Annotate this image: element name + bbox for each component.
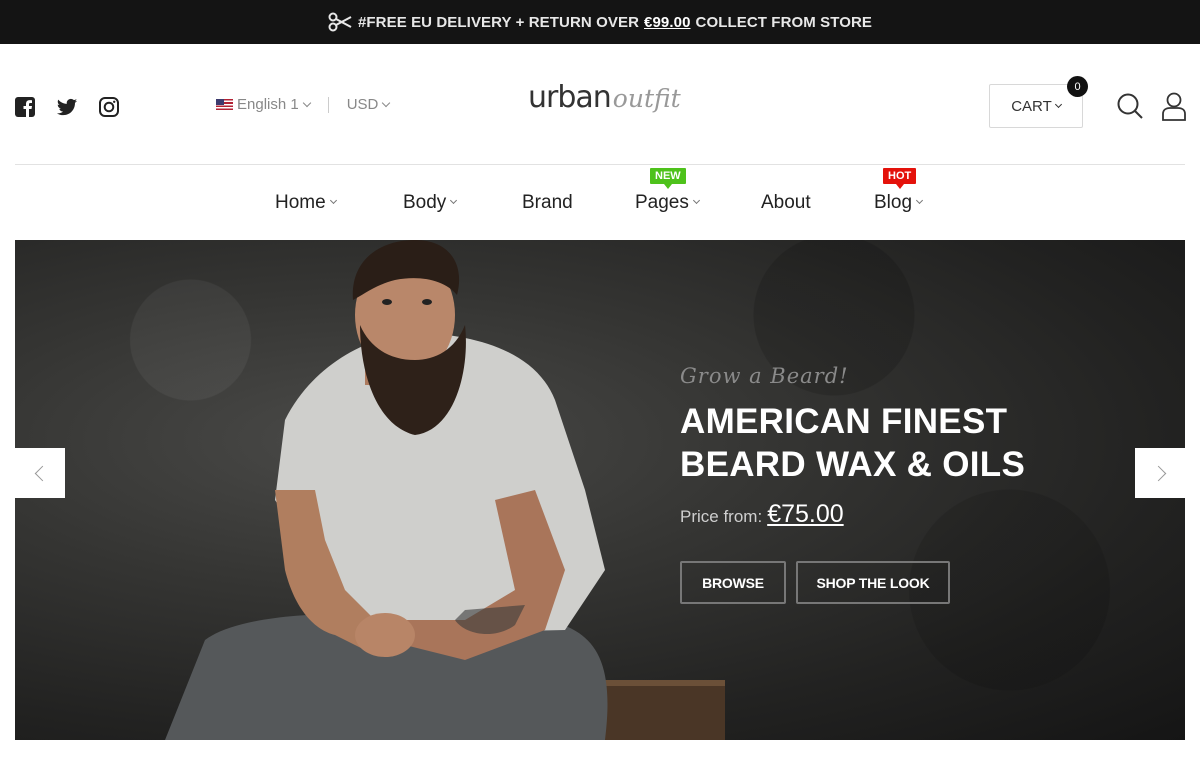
- hero-actions: BROWSE SHOP THE LOOK: [680, 561, 1025, 604]
- hero-tagline: Grow a Beard!: [680, 364, 849, 388]
- divider: [327, 96, 329, 113]
- search-icon[interactable]: [1116, 92, 1144, 120]
- announcement-bar: #FREE EU DELIVERY + RETURN OVER €99.00 C…: [0, 0, 1200, 44]
- bearded-man-image: [165, 240, 725, 740]
- slider-prev-button[interactable]: [15, 448, 65, 498]
- shop-the-look-button[interactable]: SHOP THE LOOK: [796, 561, 950, 604]
- hero-slider: Grow a Beard! AMERICAN FINEST BEARD WAX …: [15, 240, 1185, 740]
- instagram-icon[interactable]: [98, 96, 120, 118]
- chevron-down-icon: [915, 196, 924, 204]
- chevron-left-icon: [34, 465, 50, 481]
- cart-label: CART: [1011, 97, 1052, 115]
- language-selector[interactable]: English 1: [237, 96, 311, 113]
- social-links: [14, 96, 120, 118]
- hero-headline: AMERICAN FINEST BEARD WAX & OILS: [680, 402, 1026, 484]
- currency-selector[interactable]: USD: [347, 96, 391, 113]
- nav-item-pages[interactable]: NEW Pages: [635, 168, 700, 214]
- chevron-down-icon: [450, 196, 458, 204]
- site-logo[interactable]: urban outfit: [528, 80, 681, 130]
- facebook-icon[interactable]: [14, 96, 36, 118]
- nav-item-blog[interactable]: HOT Blog: [874, 168, 924, 214]
- delivery-threshold-link[interactable]: €99.00: [644, 14, 690, 31]
- hot-badge: HOT: [883, 168, 917, 189]
- user-account-icon[interactable]: [1160, 91, 1188, 121]
- locale-selectors: English 1 USD: [216, 96, 391, 113]
- nav-item-brand[interactable]: Brand: [522, 192, 573, 214]
- chevron-down-icon: [692, 196, 700, 204]
- slider-next-button[interactable]: [1135, 448, 1185, 498]
- browse-button[interactable]: BROWSE: [680, 561, 786, 604]
- nav-item-about[interactable]: About: [761, 192, 811, 214]
- nav-item-body[interactable]: Body: [403, 192, 458, 214]
- new-badge: NEW: [650, 168, 686, 189]
- twitter-icon[interactable]: [56, 96, 78, 118]
- price-label: Price from:: [680, 507, 763, 526]
- chevron-down-icon: [329, 196, 337, 204]
- cart-count-badge: 0: [1067, 76, 1088, 97]
- us-flag-icon: [216, 99, 233, 110]
- nav-item-home[interactable]: Home: [275, 192, 337, 214]
- hero-price: Price from: €75.00: [680, 500, 1025, 529]
- scissors-icon: [328, 12, 352, 32]
- announcement-text-end: COLLECT FROM STORE: [695, 13, 873, 31]
- hero-content: Grow a Beard! AMERICAN FINEST BEARD WAX …: [680, 364, 1025, 604]
- site-header: English 1 USD urban outfit CART: [0, 44, 1200, 165]
- chevron-down-icon: [1054, 100, 1062, 108]
- price-value[interactable]: €75.00: [767, 500, 843, 529]
- chevron-right-icon: [1150, 465, 1166, 481]
- announcement-text: #FREE EU DELIVERY + RETURN OVER: [357, 13, 640, 31]
- main-nav: Home Body Brand NEW Pages About HOT Blog: [0, 165, 1200, 240]
